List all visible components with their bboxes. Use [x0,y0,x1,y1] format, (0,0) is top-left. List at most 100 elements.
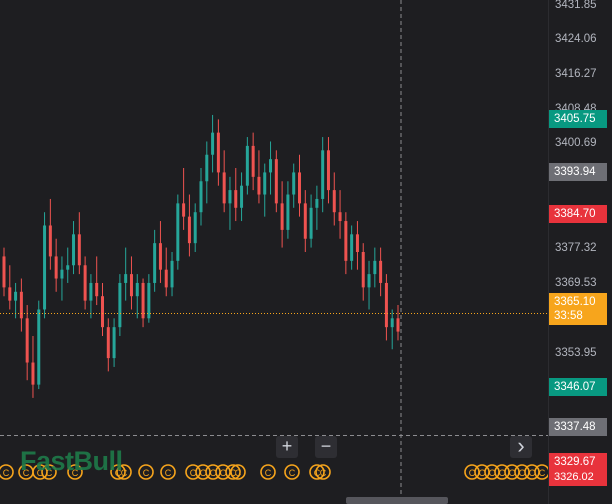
event-marker[interactable]: C [260,464,276,480]
candle-body [112,327,116,359]
candle-body [373,260,377,275]
candle-body [309,207,313,239]
candle-body [344,221,348,261]
zoom-in-button[interactable]: + [276,436,298,458]
event-marker[interactable]: C [138,464,154,480]
candle-body [222,172,226,204]
candle-body [106,327,110,359]
candle-body [245,145,249,186]
candle-body [89,282,93,301]
event-marker[interactable]: C [0,464,14,480]
current-price-tag: 3365.10 33:58 [549,293,607,325]
candle-body [164,269,168,288]
candle-body [274,159,278,204]
candle-body [170,260,174,288]
candle-body [367,274,371,288]
candle-body [124,274,128,283]
candle-body [315,198,319,208]
fastbull-logo: FastBull [20,446,123,476]
candle-body [31,362,35,385]
chart-app: CCCCCCCCCCCCCCCCCCCCCCCCCCC FastBull + −… [0,0,612,504]
candle-body [8,287,12,301]
svg-text:C: C [265,468,272,478]
candle-body [286,194,290,230]
svg-text:C: C [235,468,242,478]
candle-body [211,132,215,155]
candle-body [83,265,87,301]
candle-body [2,256,6,288]
candle-countdown: 33:58 [554,310,583,322]
candle-body [19,291,23,319]
candle-body [384,282,388,328]
candle-body [101,296,104,328]
candle-body [25,318,29,363]
price-axis[interactable]: 3431.85 3424.06 3416.27 3408.48 3400.69 … [548,0,612,504]
candle-body [379,260,383,283]
candle-body [251,145,255,177]
candle-body [153,243,157,283]
axis-tick-label: 3353.95 [555,347,597,359]
candle-body [234,190,238,208]
candle-body [193,212,197,244]
candle-body [338,212,342,222]
candle-body [298,172,301,204]
ask-price-tag: 3405.75 [549,110,607,128]
candle-body [292,172,296,195]
candle-body [361,252,365,288]
candle-body [321,150,325,199]
axis-tick-label: 3416.27 [555,68,597,80]
axis-tick-label: 3424.06 [555,33,597,45]
candle-body [257,176,261,195]
svg-text:C: C [143,468,150,478]
axis-tick-label: 3377.32 [555,242,597,254]
candle-body [199,181,203,213]
candle-body [390,318,394,328]
candle-body [135,282,139,297]
svg-text:C: C [289,468,296,478]
svg-text:C: C [165,468,172,478]
candle-body [95,282,99,297]
candle-body [216,132,220,173]
candle-body [396,318,400,332]
scroll-right-button[interactable]: › [510,435,532,458]
zoom-out-button[interactable]: − [315,436,337,458]
candle-body [54,256,58,279]
svg-text:C: C [3,468,10,478]
candle-body [326,150,330,191]
candle-body [303,203,307,239]
axis-tick-label: 3369.53 [555,277,597,289]
candle-body [355,234,359,252]
candles-layer [2,114,400,398]
candle-body [66,265,70,270]
candle-body [182,203,186,217]
candle-body [14,291,18,301]
event-marker[interactable]: C [284,464,300,480]
candle-body [205,154,209,182]
candle-body [240,185,244,208]
candle-body [228,190,232,204]
candle-body [158,243,162,270]
candle-body [77,234,81,266]
candle-body [280,203,284,230]
red-low-price-tag-2: 3326.02 [549,470,607,486]
candle-body [72,234,76,266]
candle-body [37,309,41,385]
candle-body [48,225,52,257]
candle-body [118,282,122,328]
event-marker[interactable]: C [534,464,548,480]
red-low-price-tag: 3329.67 [549,453,607,471]
candle-body [129,274,133,297]
candle-body [332,190,336,213]
low-price-tag: 3346.07 [549,378,607,396]
svg-text:C: C [320,468,327,478]
bid-price-tag: 3384.70 [549,205,607,223]
event-marker[interactable]: C [160,464,176,480]
candle-body [60,269,64,279]
candle-body [176,203,180,261]
previous-close-tag: 3393.94 [549,163,607,181]
candlestick-plot[interactable]: C C C C C C C C C C C C C CC C C C C C C C C C C C C [0,0,548,504]
axis-tick-label: 3431.85 [555,0,597,11]
time-scroll-thumb[interactable] [346,497,448,504]
crosshair-price-tag: 3337.48 [549,418,607,436]
candle-body [269,159,273,173]
